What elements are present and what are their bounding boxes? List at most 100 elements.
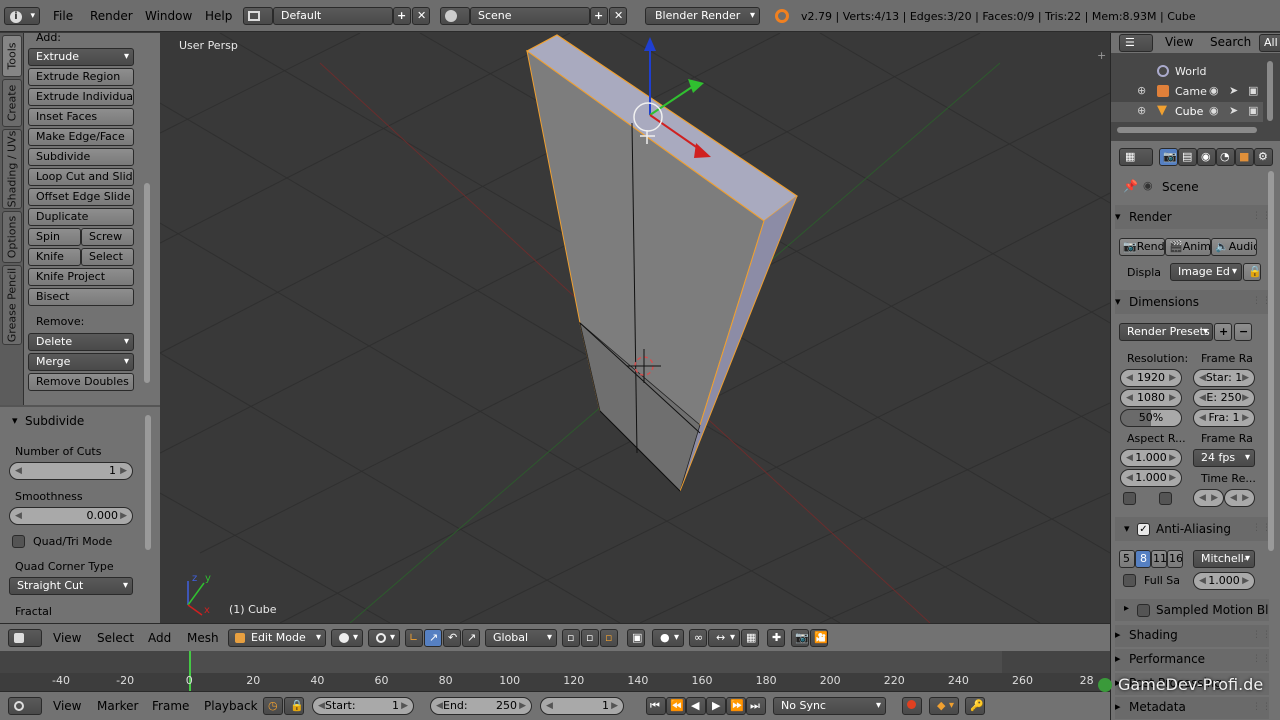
subdivide-button[interactable]: Subdivide <box>28 148 134 166</box>
lock-interface-button[interactable]: 🔒 <box>1243 263 1261 281</box>
select-face-button[interactable]: ▫ <box>600 629 618 647</box>
border-checkbox[interactable] <box>1123 492 1136 505</box>
outliner-menu-search[interactable]: Search <box>1210 35 1251 49</box>
menu-render[interactable]: Render <box>90 0 133 32</box>
region-expand-plus-icon[interactable]: + <box>1097 49 1106 62</box>
outliner-v-scrollbar[interactable] <box>1267 61 1273 121</box>
manipulator-toggle-button[interactable]: ∟ <box>405 629 423 647</box>
render-animation-button[interactable]: 🎬Anim <box>1165 238 1211 256</box>
aa-filter-select[interactable]: Mitchell- <box>1193 550 1255 568</box>
tab-options[interactable]: Options <box>2 211 22 263</box>
render-audio-button[interactable]: 🔈Audio <box>1211 238 1257 256</box>
outliner[interactable]: ☰ View Search All World ⊕ Came ◉ ➤ ▣ ⊕ ▼… <box>1110 33 1280 141</box>
time-remap-new-field[interactable]: ◀ ▶ <box>1224 489 1255 507</box>
time-remap-old-field[interactable]: ◀ ▶ <box>1193 489 1224 507</box>
dimensions-panel-title[interactable]: Dimensions <box>1115 295 1269 309</box>
limit-selection-button[interactable]: ▣ <box>627 629 645 647</box>
tab-tools[interactable]: Tools <box>2 35 22 77</box>
inset-faces-button[interactable]: Inset Faces <box>28 108 134 126</box>
outliner-row-cube[interactable]: ⊕ ▼ Cube ◉ ➤ ▣ <box>1111 102 1263 122</box>
render-image-button[interactable]: 📷Rend <box>1119 238 1165 256</box>
viewport-shading-select[interactable] <box>331 629 363 647</box>
drag-handle-icon[interactable]: ⋮⋮ <box>1252 654 1272 664</box>
aa-samples-8[interactable]: 8 <box>1135 550 1151 568</box>
opengl-render-image-button[interactable]: 📷 <box>791 629 809 647</box>
menu-add[interactable]: Add <box>148 624 171 652</box>
properties-scrollbar[interactable] <box>1268 171 1274 551</box>
editor-type-properties-button[interactable]: ▦ <box>1119 148 1153 166</box>
aspect-x-field[interactable]: ◀ 1.000 ▶ <box>1120 449 1182 467</box>
expand-triangle-icon[interactable]: ▸ <box>1124 603 1129 614</box>
screen-layout-icon-button[interactable] <box>243 7 273 25</box>
scene-field[interactable]: Scene <box>470 7 590 25</box>
collapse-triangle-icon[interactable]: ▾ <box>12 414 18 427</box>
extrude-region-button[interactable]: Extrude Region <box>28 68 134 86</box>
expand-plus-icon[interactable]: ⊕ <box>1137 104 1146 117</box>
editor-type-3d-button[interactable] <box>8 629 42 647</box>
add-scene-button[interactable]: + <box>590 7 608 25</box>
shelf-scrollbar[interactable] <box>144 183 150 383</box>
world-context-icon[interactable]: ◔ <box>1216 148 1235 166</box>
frame-start-field[interactable]: ◀ Star: 1 ▶ <box>1193 369 1255 387</box>
expand-plus-icon[interactable]: ⊕ <box>1137 84 1146 97</box>
render-layers-context-icon[interactable]: ▤ <box>1178 148 1197 166</box>
extrude-individual-button[interactable]: Extrude Individual <box>28 88 134 106</box>
remove-scene-button[interactable]: ✕ <box>609 7 627 25</box>
outliner-filter-all[interactable]: All <box>1259 34 1280 52</box>
redo-scrollbar[interactable] <box>145 415 151 550</box>
jump-keyframe-forward-button[interactable]: ⏩ <box>726 697 746 715</box>
timeline[interactable]: -40 -20 0 20 40 60 80 100 120 140 160 180 200 220 240 2… <box>0 651 1110 691</box>
pivot-select[interactable] <box>368 629 400 647</box>
menu-view[interactable]: View <box>53 624 81 652</box>
frame-step-field[interactable]: ◀ Fra: 1 ▶ <box>1193 409 1255 427</box>
extrude-button[interactable]: Extrude <box>28 48 134 66</box>
render-context-icon[interactable]: 📷 <box>1159 148 1178 166</box>
tl-menu-playback[interactable]: Playback <box>204 692 258 720</box>
merge-button[interactable]: Merge <box>28 353 134 371</box>
outliner-row-camera[interactable]: ⊕ Came ◉ ➤ ▣ <box>1111 82 1263 102</box>
scene-icon-button[interactable] <box>440 7 470 25</box>
rotate-manipulator-button[interactable]: ↶ <box>443 629 461 647</box>
remove-preset-button[interactable]: − <box>1234 323 1252 341</box>
select-vertex-button[interactable]: ▫ <box>562 629 580 647</box>
editor-type-outliner-button[interactable]: ☰ <box>1119 34 1153 52</box>
auto-keying-button[interactable] <box>902 697 922 715</box>
resolution-percent-slider[interactable]: 50% <box>1120 409 1182 427</box>
select-arrow-icon[interactable]: ➤ <box>1229 104 1238 117</box>
object-context-icon[interactable]: ■ <box>1235 148 1254 166</box>
frame-end-field[interactable]: ◀ E: 250 ▶ <box>1193 389 1255 407</box>
number-of-cuts-field[interactable]: ◀ 1 ▶ <box>9 462 133 480</box>
proportional-edit-select[interactable]: ● <box>652 629 684 647</box>
aa-filter-size-field[interactable]: ◀ 1.000 ▶ <box>1193 572 1255 590</box>
jump-end-button[interactable]: ⏭ <box>746 697 766 715</box>
frame-rate-select[interactable]: 24 fps <box>1193 449 1255 467</box>
spin-button[interactable]: Spin <box>28 228 81 246</box>
knife-select-button[interactable]: Select <box>81 248 134 266</box>
drag-handle-icon[interactable]: ⋮⋮ <box>1252 702 1272 712</box>
duplicate-button[interactable]: Duplicate <box>28 208 134 226</box>
metadata-panel-title[interactable]: Metadata <box>1115 700 1269 714</box>
offset-edge-slide-button[interactable]: Offset Edge Slide <box>28 188 134 206</box>
make-edge-face-button[interactable]: Make Edge/Face <box>28 128 134 146</box>
visibility-eye-icon[interactable]: ◉ <box>1209 104 1219 117</box>
outliner-h-scrollbar[interactable] <box>1117 127 1257 133</box>
mode-select[interactable]: Edit Mode <box>228 629 326 647</box>
quad-tri-checkbox[interactable] <box>12 535 25 548</box>
play-reverse-button[interactable]: ◀ <box>686 697 706 715</box>
keying-set-select[interactable]: ◆ <box>929 697 959 715</box>
tab-create[interactable]: Create <box>2 79 22 127</box>
tl-menu-frame[interactable]: Frame <box>152 692 189 720</box>
select-edge-button[interactable]: ▫ <box>581 629 599 647</box>
lock-range-button[interactable]: 🔒 <box>284 697 304 715</box>
tl-menu-marker[interactable]: Marker <box>97 692 138 720</box>
opengl-render-anim-button[interactable]: 🎦 <box>810 629 828 647</box>
aa-samples-11[interactable]: 11 <box>1151 550 1167 568</box>
motion-blur-title[interactable]: Sampled Motion Bl <box>1156 603 1268 617</box>
remove-doubles-button[interactable]: Remove Doubles <box>28 373 134 391</box>
drag-handle-icon[interactable]: ⋮⋮ <box>1252 630 1272 640</box>
menu-help[interactable]: Help <box>205 0 232 32</box>
knife-project-button[interactable]: Knife Project <box>28 268 134 286</box>
jump-start-button[interactable]: ⏮ <box>646 697 666 715</box>
collapse-triangle-icon[interactable]: ▾ <box>1124 522 1130 535</box>
sync-mode-select[interactable]: No Sync <box>773 697 886 715</box>
